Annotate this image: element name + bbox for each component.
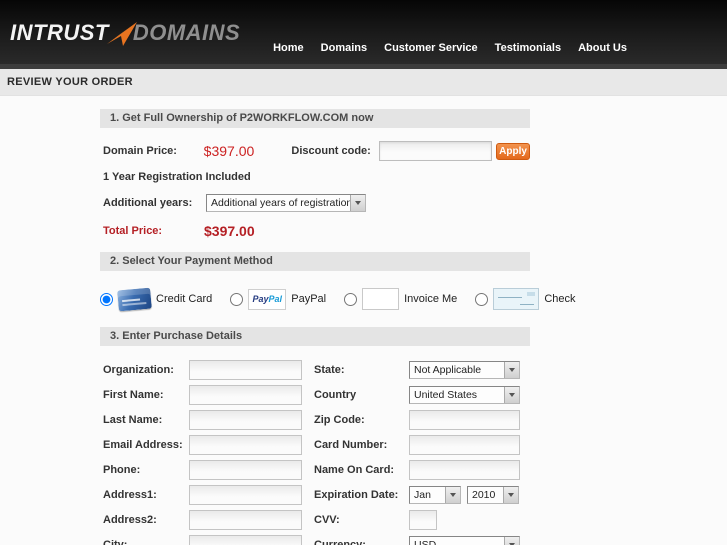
credit-card-radio[interactable] <box>100 293 113 306</box>
review-band: REVIEW YOUR ORDER <box>0 69 727 96</box>
form-row-city-currency: City: Currency: USD <box>100 535 530 545</box>
country-select[interactable]: United States <box>409 386 520 404</box>
order-content: 1. Get Full Ownership of P2WORKFLOW.COM … <box>100 109 530 545</box>
phone-label: Phone: <box>100 464 189 476</box>
form-row-phone-nameoncard: Phone: Name On Card: <box>100 460 530 480</box>
logo-arrow-icon <box>105 20 139 50</box>
additional-years-select[interactable]: Additional years of registration <box>206 194 366 212</box>
nav-testimonials[interactable]: Testimonials <box>495 42 561 54</box>
invoice-label: Invoice Me <box>404 293 457 305</box>
additional-years-label: Additional years: <box>100 197 206 209</box>
apply-button[interactable]: Apply <box>496 143 530 160</box>
email-label: Email Address: <box>100 439 189 451</box>
logo-text-intrust: INTRUST <box>10 20 109 46</box>
review-heading: REVIEW YOUR ORDER <box>7 76 133 88</box>
first-name-label: First Name: <box>100 389 189 401</box>
card-number-label: Card Number: <box>314 439 409 451</box>
total-price-label: Total Price: <box>100 225 204 237</box>
payment-option-invoice[interactable]: Invoice Me <box>344 288 457 310</box>
state-label: State: <box>314 364 409 376</box>
paypal-label: PayPal <box>291 293 326 305</box>
currency-label: Currency: <box>314 539 409 545</box>
nav-home[interactable]: Home <box>273 42 304 54</box>
check-radio[interactable] <box>475 293 488 306</box>
expiration-date-label: Expiration Date: <box>314 489 409 501</box>
chevron-down-icon <box>350 195 365 211</box>
expiration-month-select[interactable]: Jan <box>409 486 461 504</box>
phone-input[interactable] <box>189 460 302 480</box>
paypal-icon: PayPal <box>248 289 286 310</box>
email-input[interactable] <box>189 435 302 455</box>
site-logo[interactable]: INTRUST DOMAINS <box>10 16 240 46</box>
section2-header: 2. Select Your Payment Method <box>100 252 530 271</box>
logo-text-domains: DOMAINS <box>133 20 240 46</box>
main-nav: Home Domains Customer Service Testimonia… <box>273 42 627 54</box>
discount-code-label: Discount code: <box>291 145 379 157</box>
cvv-label: CVV: <box>314 514 409 526</box>
card-number-input[interactable] <box>409 435 520 455</box>
chevron-down-icon <box>504 387 519 403</box>
domain-price-value: $397.00 <box>204 143 292 159</box>
address1-input[interactable] <box>189 485 302 505</box>
first-name-input[interactable] <box>189 385 302 405</box>
section3-header: 3. Enter Purchase Details <box>100 327 530 346</box>
additional-years-value: Additional years of registration <box>207 197 350 209</box>
domain-price-label: Domain Price: <box>100 145 204 157</box>
payment-option-paypal[interactable]: PayPal PayPal <box>230 289 326 310</box>
city-input[interactable] <box>189 535 302 545</box>
chevron-down-icon <box>504 537 519 545</box>
zip-code-label: Zip Code: <box>314 414 409 426</box>
chevron-down-icon <box>445 487 460 503</box>
last-name-input[interactable] <box>189 410 302 430</box>
additional-years-row: Additional years: Additional years of re… <box>100 194 530 212</box>
site-header: INTRUST DOMAINS Home Domains Customer Se… <box>0 0 727 69</box>
address1-label: Address1: <box>100 489 189 501</box>
nav-domains[interactable]: Domains <box>321 42 367 54</box>
country-label: Country <box>314 389 409 401</box>
chevron-down-icon <box>504 362 519 378</box>
form-row-firstname-country: First Name: Country United States <box>100 385 530 405</box>
check-icon <box>493 288 539 310</box>
address2-input[interactable] <box>189 510 302 530</box>
registration-note: 1 Year Registration Included <box>100 171 530 183</box>
form-row-organization-state: Organization: State: Not Applicable <box>100 360 530 380</box>
zip-code-input[interactable] <box>409 410 520 430</box>
state-select[interactable]: Not Applicable <box>409 361 520 379</box>
currency-select[interactable]: USD <box>409 536 520 545</box>
check-label: Check <box>544 293 575 305</box>
invoice-radio[interactable] <box>344 293 357 306</box>
expiration-year-select[interactable]: 2010 <box>467 486 519 504</box>
discount-code-input[interactable] <box>379 141 492 161</box>
domain-price-row: Domain Price: $397.00 Discount code: App… <box>100 141 530 161</box>
name-on-card-input[interactable] <box>409 460 520 480</box>
credit-card-label: Credit Card <box>156 293 212 305</box>
cvv-input[interactable] <box>409 510 437 530</box>
total-price-row: Total Price: $397.00 <box>100 223 530 239</box>
purchase-details-form: Organization: State: Not Applicable Firs… <box>100 360 530 545</box>
total-price-value: $397.00 <box>204 223 255 239</box>
section1-header: 1. Get Full Ownership of P2WORKFLOW.COM … <box>100 109 530 128</box>
form-row-address2-cvv: Address2: CVV: <box>100 510 530 530</box>
chevron-down-icon <box>503 487 518 503</box>
form-row-address1-expiration: Address1: Expiration Date: Jan 2010 <box>100 485 530 505</box>
nav-customer-service[interactable]: Customer Service <box>384 42 478 54</box>
payment-methods-row: Credit Card PayPal PayPal Invoice Me Che… <box>100 284 530 314</box>
last-name-label: Last Name: <box>100 414 189 426</box>
credit-card-icon <box>117 287 152 311</box>
name-on-card-label: Name On Card: <box>314 464 409 476</box>
paypal-radio[interactable] <box>230 293 243 306</box>
organization-label: Organization: <box>100 364 189 376</box>
city-label: City: <box>100 539 189 545</box>
address2-label: Address2: <box>100 514 189 526</box>
payment-option-credit-card[interactable]: Credit Card <box>100 289 212 310</box>
payment-option-check[interactable]: Check <box>475 288 575 310</box>
organization-input[interactable] <box>189 360 302 380</box>
form-row-email-cardnumber: Email Address: Card Number: <box>100 435 530 455</box>
nav-about-us[interactable]: About Us <box>578 42 627 54</box>
form-row-lastname-zip: Last Name: Zip Code: <box>100 410 530 430</box>
invoice-icon <box>362 288 399 310</box>
